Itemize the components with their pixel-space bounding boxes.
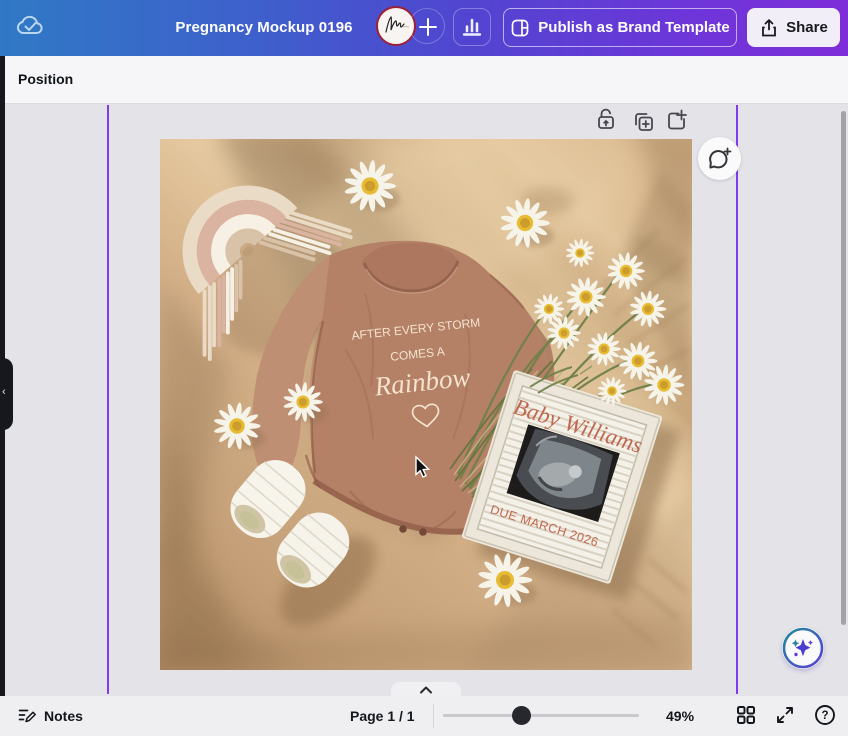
svg-text:?: ? (821, 710, 828, 722)
